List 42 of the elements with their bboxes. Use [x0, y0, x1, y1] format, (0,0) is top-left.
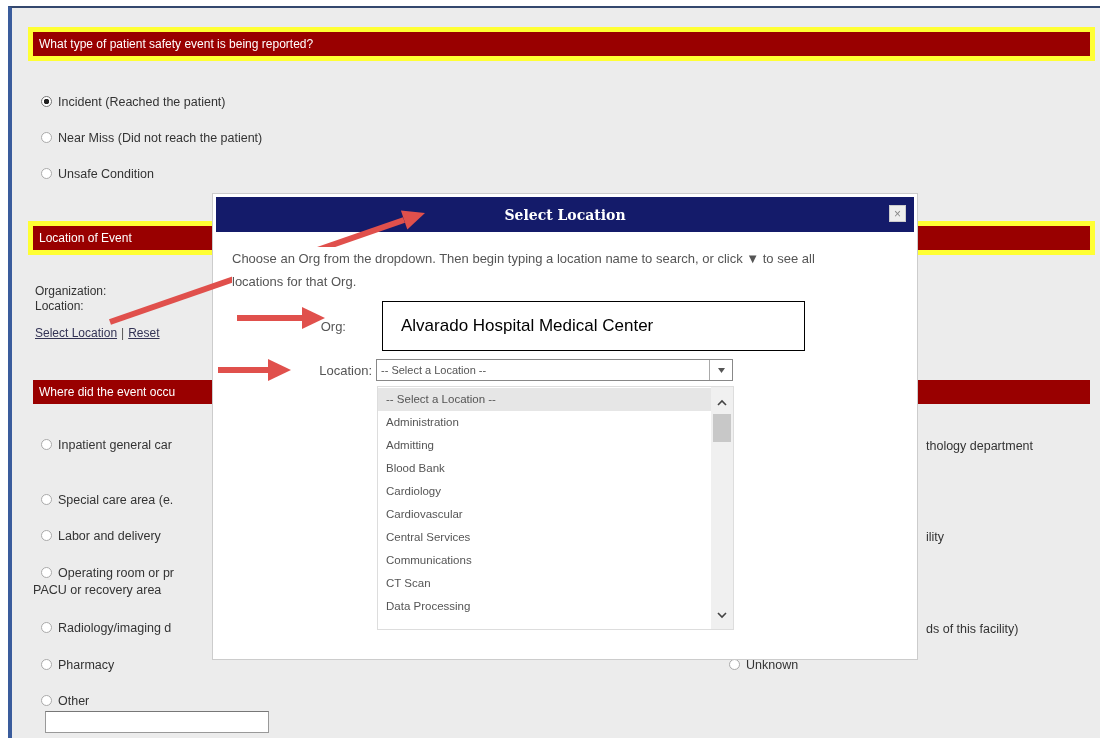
- separator: |: [121, 326, 125, 340]
- radio-button[interactable]: [41, 96, 52, 107]
- radio-button[interactable]: [41, 494, 52, 505]
- option-label: Incident (Reached the patient): [58, 94, 226, 109]
- location-label: Location:: [319, 362, 372, 378]
- radio-button[interactable]: [41, 530, 52, 541]
- caret-icon: [717, 367, 725, 373]
- dialog-title: Select Location: [504, 206, 626, 223]
- scroll-down-icon[interactable]: [717, 612, 727, 619]
- option-label: Radiology/imaging d: [58, 620, 172, 635]
- option-label: Special care area (e.: [58, 492, 174, 507]
- option-label: Operating room or pr: [58, 565, 175, 580]
- option-label: PACU or recovery area: [33, 582, 162, 599]
- radio-button[interactable]: [41, 168, 52, 179]
- option-label: Other: [58, 693, 90, 708]
- radio-button[interactable]: [41, 567, 52, 578]
- option-label: Unsafe Condition: [58, 166, 154, 181]
- radio-button[interactable]: [41, 439, 52, 450]
- radio-button[interactable]: [41, 132, 52, 143]
- option-label: thology department: [926, 439, 1033, 453]
- location-dropdown[interactable]: -- Select a Location --: [376, 359, 733, 381]
- reset-link[interactable]: Reset: [128, 326, 160, 340]
- option-label: Unknown: [746, 657, 799, 672]
- option-label: Labor and delivery: [58, 528, 161, 543]
- field-label: Organization:: [35, 284, 108, 299]
- scroll-thumb[interactable]: [713, 414, 731, 442]
- option-label: ility: [926, 530, 945, 544]
- option-label: Pharmacy: [58, 657, 115, 672]
- list-option[interactable]: -- Select a Location --: [378, 388, 711, 411]
- org-field[interactable]: Alvarado Hospital Medical Center: [382, 301, 805, 351]
- radio-button[interactable]: [41, 695, 52, 706]
- scroll-up-icon[interactable]: [717, 399, 727, 406]
- option-label: ds of this facility): [926, 622, 1019, 636]
- option-label: Near Miss (Did not reach the patient): [58, 130, 263, 145]
- option-label: Inpatient general car: [58, 437, 172, 452]
- select-location-link[interactable]: Select Location: [35, 326, 118, 340]
- field-label: Location:: [35, 299, 85, 314]
- radio-button[interactable]: [41, 659, 52, 670]
- radio-button[interactable]: [41, 622, 52, 633]
- org-label: Org:: [320, 318, 346, 334]
- other-text-field[interactable]: [45, 711, 269, 733]
- scrollbar[interactable]: [711, 387, 733, 629]
